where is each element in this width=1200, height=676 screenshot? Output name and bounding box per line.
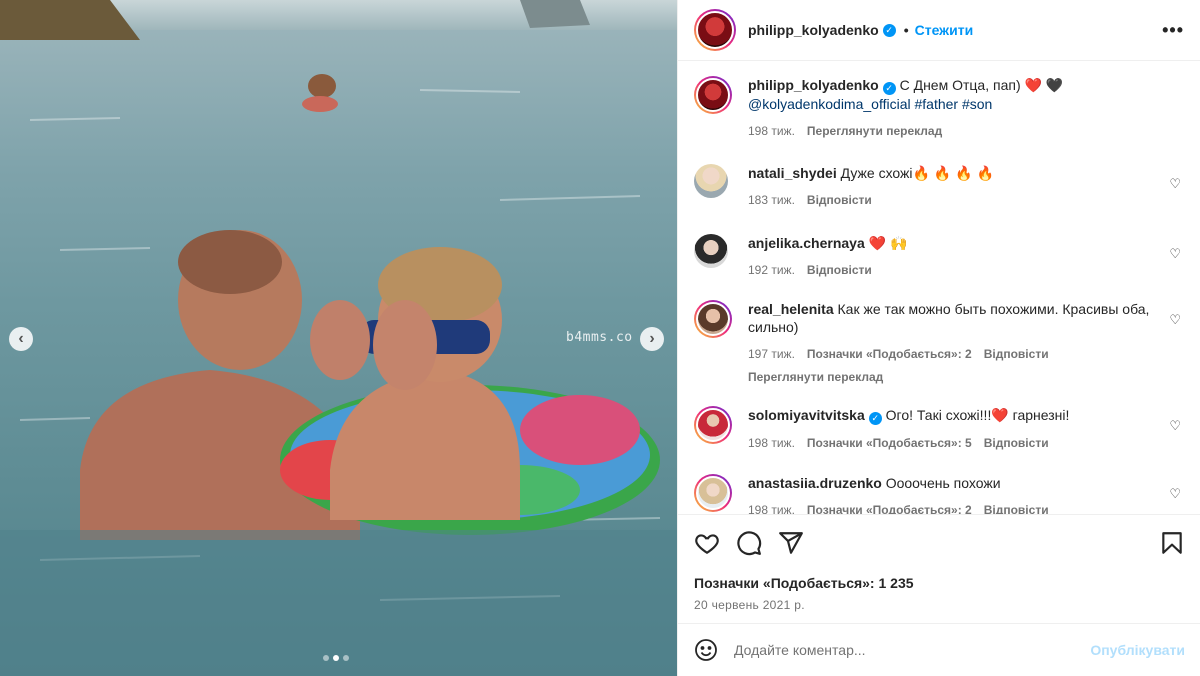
post-header: philipp_kolyadenko ✓ • Стежити ••• [678,0,1200,61]
comment-item: solomiyavitvitska ✓ Ого! Такі схожі!!!❤️ … [694,406,1185,452]
comment-time[interactable]: 197 тиж. [748,345,795,363]
comment-likes-count[interactable]: Позначки «Подобається»: 2 [807,345,972,363]
commenter-username[interactable]: natali_shydei [748,165,837,181]
like-comment-heart-icon[interactable]: ♡ [1169,418,1181,434]
verified-badge-icon: ✓ [882,82,896,95]
post-side-panel: philipp_kolyadenko ✓ • Стежити ••• phili… [677,0,1200,676]
commenter-username[interactable]: anjelika.chernaya [748,235,865,251]
carousel-dot [343,655,349,661]
more-options-icon[interactable]: ••• [1162,20,1184,41]
previous-slide-button[interactable]: ‹ [9,327,33,351]
translate-link[interactable]: Переглянути переклад [748,368,1157,386]
comment-text: Ого! Такі схожі!!!❤️ гарнезні! [885,407,1070,423]
verified-badge-icon: ✓ [882,23,896,37]
reply-button[interactable]: Відповісти [984,345,1049,363]
commenter-username[interactable]: anastasiia.druzenko [748,475,882,491]
share-paper-plane-icon[interactable] [778,530,804,556]
comment-likes-count[interactable]: Позначки «Подобається»: 2 [807,501,972,514]
follow-button[interactable]: Стежити [915,22,974,38]
caption-text-line: philipp_kolyadenko ✓ С Днем Отца, пап) ❤️… [748,76,1157,95]
comment-meta: 197 тиж. Позначки «Подобається»: 2 Відпо… [748,345,1157,363]
commenter-avatar[interactable] [694,234,728,268]
caption-username[interactable]: philipp_kolyadenko [748,77,879,93]
comment-text: Дуже схожі🔥 🔥 🔥 🔥 [840,165,994,181]
save-bookmark-icon[interactable] [1159,530,1185,556]
comment-time[interactable]: 192 тиж. [748,261,795,279]
caption-text: С Днем Отца, пап) ❤️ 🖤 [899,77,1064,93]
comment-meta: 183 тиж. Відповісти [748,191,1157,209]
emoji-icon[interactable] [694,638,718,662]
translate-link[interactable]: Переглянути переклад [807,122,942,140]
like-comment-heart-icon[interactable]: ♡ [1169,486,1181,502]
commenter-avatar[interactable] [694,474,732,512]
reply-button[interactable]: Відповісти [984,501,1049,514]
reply-button[interactable]: Відповісти [807,261,872,279]
comment-item: anjelika.chernaya ❤️ 🙌 192 тиж. Відповіс… [694,234,1185,279]
caption-tags[interactable]: @kolyadenkodima_official #father #son [748,95,1157,113]
commenter-username[interactable]: real_helenita [748,301,834,317]
likes-count[interactable]: Позначки «Подобається»: 1 235 [694,575,1185,591]
post-actions: Позначки «Подобається»: 1 235 20 червень… [678,514,1200,612]
add-comment-bar: Опублікувати [678,623,1200,676]
carousel-dots [323,655,349,661]
carousel-dot [323,655,329,661]
author-avatar[interactable] [694,9,736,51]
comment-text: ❤️ 🙌 [868,235,908,251]
comment-meta: 192 тиж. Відповісти [748,261,1157,279]
post-date[interactable]: 20 червень 2021 р. [694,598,1185,612]
like-comment-heart-icon[interactable]: ♡ [1169,176,1181,192]
action-icons [694,529,1185,557]
commenter-avatar[interactable] [694,164,728,198]
comment-likes-count[interactable]: Позначки «Подобається»: 5 [807,434,972,452]
caption-meta: 198 тиж. Переглянути переклад [748,122,1157,140]
like-heart-icon[interactable] [694,530,720,556]
commenter-avatar[interactable] [694,406,732,444]
caption-time[interactable]: 198 тиж. [748,122,795,140]
watermark-text: b4mms.co [566,330,633,345]
publish-button[interactable]: Опублікувати [1090,642,1185,658]
next-slide-button[interactable]: › [640,327,664,351]
commenter-avatar[interactable] [694,300,732,338]
like-comment-heart-icon[interactable]: ♡ [1169,312,1181,328]
comments-list[interactable]: philipp_kolyadenko ✓ С Днем Отца, пап) ❤️… [678,62,1200,514]
comment-time[interactable]: 198 тиж. [748,501,795,514]
header-separator: • [903,22,909,38]
reply-button[interactable]: Відповісти [984,434,1049,452]
comment-item: anastasiia.druzenko Оооочень похожи 198 … [694,474,1185,514]
author-username[interactable]: philipp_kolyadenko [748,22,879,38]
carousel-dot-active [333,655,339,661]
like-comment-heart-icon[interactable]: ♡ [1169,246,1181,262]
comment-meta: 198 тиж. Позначки «Подобається»: 2 Відпо… [748,501,1157,514]
reply-button[interactable]: Відповісти [807,191,872,209]
comment-time[interactable]: 183 тиж. [748,191,795,209]
caption: philipp_kolyadenko ✓ С Днем Отца, пап) ❤️… [694,76,1185,140]
comment-time[interactable]: 198 тиж. [748,434,795,452]
comment-item: real_helenita Как же так можно быть похо… [694,300,1185,386]
comment-text: Оооочень похожи [885,475,1001,491]
comment-meta: 198 тиж. Позначки «Подобається»: 5 Відпо… [748,434,1157,452]
comment-bubble-icon[interactable] [736,530,762,556]
comment-input[interactable] [734,642,1091,658]
caption-avatar[interactable] [694,76,732,114]
verified-badge-icon: ✓ [868,412,882,425]
post-media[interactable]: ‹ › b4mms.co [0,0,677,676]
commenter-username[interactable]: solomiyavitvitska [748,407,865,423]
comment-item: natali_shydei Дуже схожі🔥 🔥 🔥 🔥 183 тиж.… [694,164,1185,209]
